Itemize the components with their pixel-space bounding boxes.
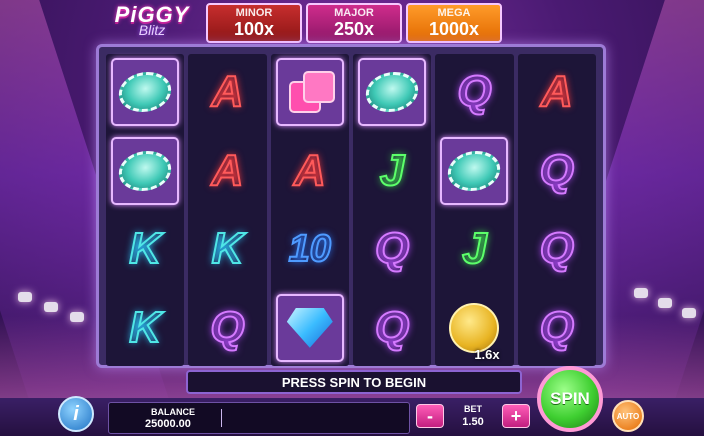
reel-6: AQQQ <box>517 54 596 367</box>
diamond-icon <box>275 293 344 362</box>
reel-5: Q J 1.6x <box>435 54 514 367</box>
chip-shape <box>116 72 174 113</box>
reel-cell: Q <box>188 290 266 367</box>
reel-cell: Q <box>518 290 596 367</box>
chip-shape <box>363 72 421 113</box>
game-logo: PiGGY Blitz <box>104 2 200 44</box>
symbol-k: K <box>128 302 162 353</box>
symbol-a: A <box>211 66 245 117</box>
reel-cell <box>106 133 184 210</box>
reel-cell: A <box>188 133 266 210</box>
dice-shape <box>287 69 335 115</box>
symbol-10: 10 <box>288 227 332 271</box>
jackpot-name: MEGA <box>437 7 471 19</box>
symbol-q: Q <box>209 302 245 353</box>
jackpot-value: 1000x <box>428 19 480 39</box>
symbol-a: A <box>293 145 327 196</box>
symbol-q: Q <box>539 145 575 196</box>
reel-cell: A <box>518 54 596 131</box>
spin-button[interactable]: SPIN <box>537 366 603 432</box>
chip-icon <box>358 58 427 127</box>
coin-icon <box>449 302 500 353</box>
reel-cell: K <box>188 211 266 288</box>
jackpot-name: MAJOR <box>334 7 374 19</box>
bet-label: BET <box>464 404 482 414</box>
reel-cell: 1.6x <box>435 290 513 367</box>
reel-cell: K <box>106 290 184 367</box>
jackpot-minor: MINOR 100x <box>206 3 302 43</box>
bet-decrease-button[interactable]: - <box>416 404 444 428</box>
reel-cell <box>271 54 349 131</box>
reel-cell: Q <box>518 133 596 210</box>
reel-cell: K <box>106 211 184 288</box>
stage-bulb <box>18 292 32 302</box>
jackpot-major: MAJOR 250x <box>306 3 402 43</box>
jackpot-value: 250x <box>333 19 375 39</box>
gem-shape <box>286 307 333 348</box>
chip-shape <box>116 150 174 191</box>
reel-4: JQQ <box>352 54 432 367</box>
bet-value: 1.50 <box>462 416 484 428</box>
symbol-q: Q <box>374 302 410 353</box>
reel-cell <box>106 54 184 131</box>
dice-icon <box>275 58 344 127</box>
jackpot-panel: MINOR 100x MAJOR 250x MEGA 1000x <box>206 3 502 43</box>
reel-cell: J <box>435 211 513 288</box>
reel-cell <box>353 54 431 131</box>
reel-cell <box>271 290 349 367</box>
chip-icon <box>111 136 180 205</box>
balance-value: 25000.00 <box>145 418 191 430</box>
symbol-j: J <box>461 223 488 274</box>
jackpot-mega: MEGA 1000x <box>406 3 502 43</box>
stage-bulb <box>682 308 696 318</box>
balance-panel: BALANCE 25000.00 <box>108 402 410 434</box>
reel-cell: Q <box>518 211 596 288</box>
symbol-j: J <box>379 145 406 196</box>
chip-icon <box>111 58 180 127</box>
coin-multiplier: 1.6x <box>474 347 500 362</box>
symbol-a: A <box>211 145 245 196</box>
chip-shape <box>445 150 504 191</box>
symbol-q: Q <box>539 302 575 353</box>
chip-icon <box>440 136 509 205</box>
info-button[interactable]: i <box>58 396 94 432</box>
jackpot-name: MINOR <box>235 7 273 19</box>
symbol-k: K <box>211 223 245 274</box>
bet-increase-button[interactable]: + <box>502 404 530 428</box>
divider <box>221 409 222 427</box>
reel-cell: Q <box>353 290 431 367</box>
symbol-k: K <box>128 223 162 274</box>
reel-cell: 10 <box>271 211 349 288</box>
jackpot-value: 100x <box>233 19 275 39</box>
reel-cell: Q <box>353 211 431 288</box>
symbol-a: A <box>540 66 574 117</box>
reel-grid: K K A A K Q A 10 J Q Q Q J 1.6x A Q Q Q <box>106 54 596 366</box>
stage-bulb <box>70 312 84 322</box>
symbol-q: Q <box>456 66 492 117</box>
symbol-q: Q <box>374 223 410 274</box>
autoplay-button[interactable]: AUTO <box>612 400 644 432</box>
bet-display: BET 1.50 <box>448 402 498 432</box>
symbol-q: Q <box>539 223 575 274</box>
stage-bulb <box>634 288 648 298</box>
reel-3: A 10 <box>270 54 349 367</box>
status-message: PRESS SPIN TO BEGIN <box>186 370 522 394</box>
balance-label: BALANCE <box>151 407 195 417</box>
reel-2: AAKQ <box>188 54 267 367</box>
reel-1: KK <box>106 54 185 367</box>
reel-cell: A <box>188 54 266 131</box>
reel-cell <box>435 133 513 210</box>
stage-bulb <box>44 302 58 312</box>
reel-cell: J <box>353 133 431 210</box>
reel-cell: A <box>271 133 349 210</box>
reel-cell: Q <box>435 54 513 131</box>
stage-bulb <box>658 298 672 308</box>
die <box>302 71 335 104</box>
